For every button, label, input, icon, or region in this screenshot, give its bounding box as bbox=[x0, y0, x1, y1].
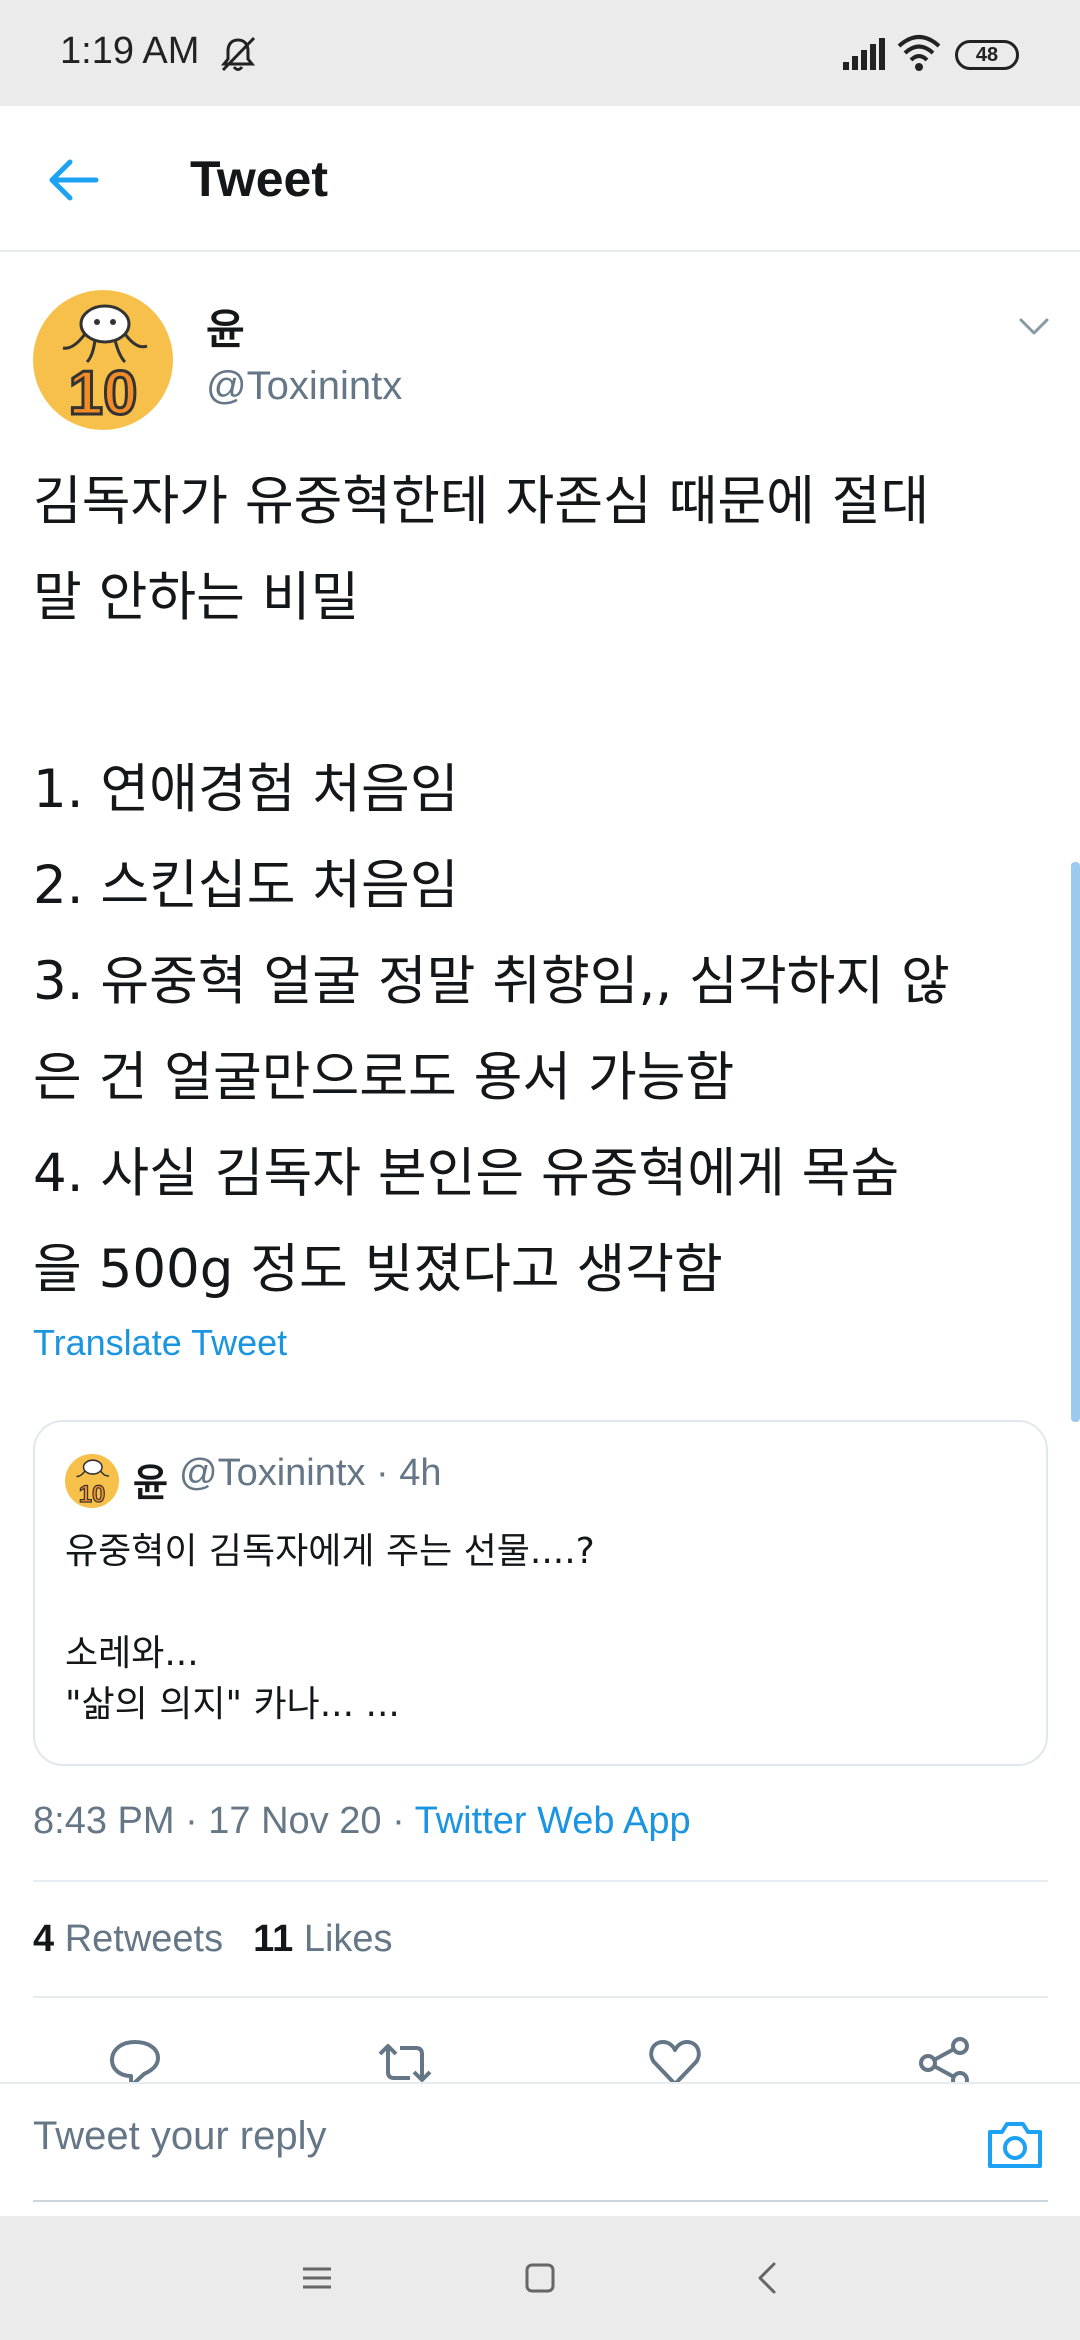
reply-icon[interactable] bbox=[106, 2036, 164, 2082]
tweet-text: 김독자가 유중혁한테 자존심 때문에 절대 말 안하는 비밀 1. 연애경험 처… bbox=[33, 471, 950, 1300]
tweet-timestamp: 8:43 PM · 17 Nov 20 · bbox=[33, 1800, 415, 1842]
status-bar: 1:19 AM 48 bbox=[0, 0, 1080, 106]
camera-icon[interactable] bbox=[986, 2118, 1044, 2170]
likes-count: 11 bbox=[253, 1918, 294, 1960]
divider bbox=[33, 1996, 1048, 1998]
quoted-avatar: 10 bbox=[65, 1454, 119, 1508]
page-title: Tweet bbox=[190, 151, 328, 207]
quoted-avatar-image: 10 bbox=[76, 1459, 110, 1508]
reply-composer: Tweet your reply bbox=[0, 2082, 1080, 2202]
author-handle[interactable]: @Toxinintx bbox=[206, 364, 402, 409]
wifi-icon bbox=[897, 35, 941, 71]
tweet-stats: 4 Retweets 11 Likes bbox=[33, 1918, 393, 1961]
share-icon[interactable] bbox=[916, 2036, 974, 2082]
divider bbox=[33, 1880, 1048, 1882]
likes-label: Likes bbox=[303, 1918, 393, 1960]
chevron-down-icon[interactable] bbox=[1016, 308, 1052, 344]
quoted-tweet[interactable]: 10 윤 @Toxinintx · 4h 유중혁이 김독자에게 주는 선물...… bbox=[33, 1420, 1048, 1766]
quoted-handle-time: @Toxinintx · 4h bbox=[179, 1452, 442, 1494]
back-nav-icon[interactable] bbox=[748, 2258, 788, 2298]
cell-signal-icon bbox=[843, 38, 885, 70]
retweets-label: Retweets bbox=[64, 1918, 224, 1960]
likes-stat[interactable]: 11 Likes bbox=[253, 1918, 392, 1960]
home-icon[interactable] bbox=[520, 2258, 560, 2298]
tweet-source-link[interactable]: Twitter Web App bbox=[415, 1800, 691, 1842]
retweet-icon[interactable] bbox=[376, 2036, 434, 2082]
tweet-meta: 8:43 PM · 17 Nov 20 · Twitter Web App bbox=[33, 1800, 691, 1843]
avatar-badge: 10 bbox=[69, 359, 138, 428]
battery-indicator: 48 bbox=[955, 40, 1019, 70]
notifications-muted-icon bbox=[220, 36, 256, 72]
quoted-author-name: 윤 bbox=[133, 1461, 168, 1505]
retweets-count: 4 bbox=[33, 1918, 55, 1960]
app-header: Tweet bbox=[0, 106, 1080, 252]
retweets-stat[interactable]: 4 Retweets bbox=[33, 1918, 223, 1960]
tweet-actions bbox=[0, 2018, 1080, 2082]
system-nav-bar bbox=[0, 2216, 1080, 2340]
avatar-image: 10 bbox=[62, 304, 148, 430]
author-name[interactable]: 윤 bbox=[206, 296, 245, 357]
reply-input-underline bbox=[33, 2200, 1048, 2202]
menu-icon[interactable] bbox=[297, 2258, 337, 2298]
status-time: 1:19 AM bbox=[60, 30, 200, 72]
quoted-avatar-badge: 10 bbox=[79, 1481, 106, 1508]
quoted-text: 유중혁이 김독자에게 주는 선물....? 소레와... "삶의 의지" 카나.… bbox=[65, 1531, 595, 1725]
avatar[interactable]: 10 bbox=[33, 290, 173, 430]
scrollbar-thumb[interactable] bbox=[1071, 862, 1080, 1422]
back-arrow-icon[interactable] bbox=[40, 150, 106, 210]
translate-tweet-link[interactable]: Translate Tweet bbox=[33, 1322, 287, 1364]
like-icon[interactable] bbox=[646, 2036, 704, 2082]
reply-input[interactable]: Tweet your reply bbox=[33, 2114, 326, 2159]
